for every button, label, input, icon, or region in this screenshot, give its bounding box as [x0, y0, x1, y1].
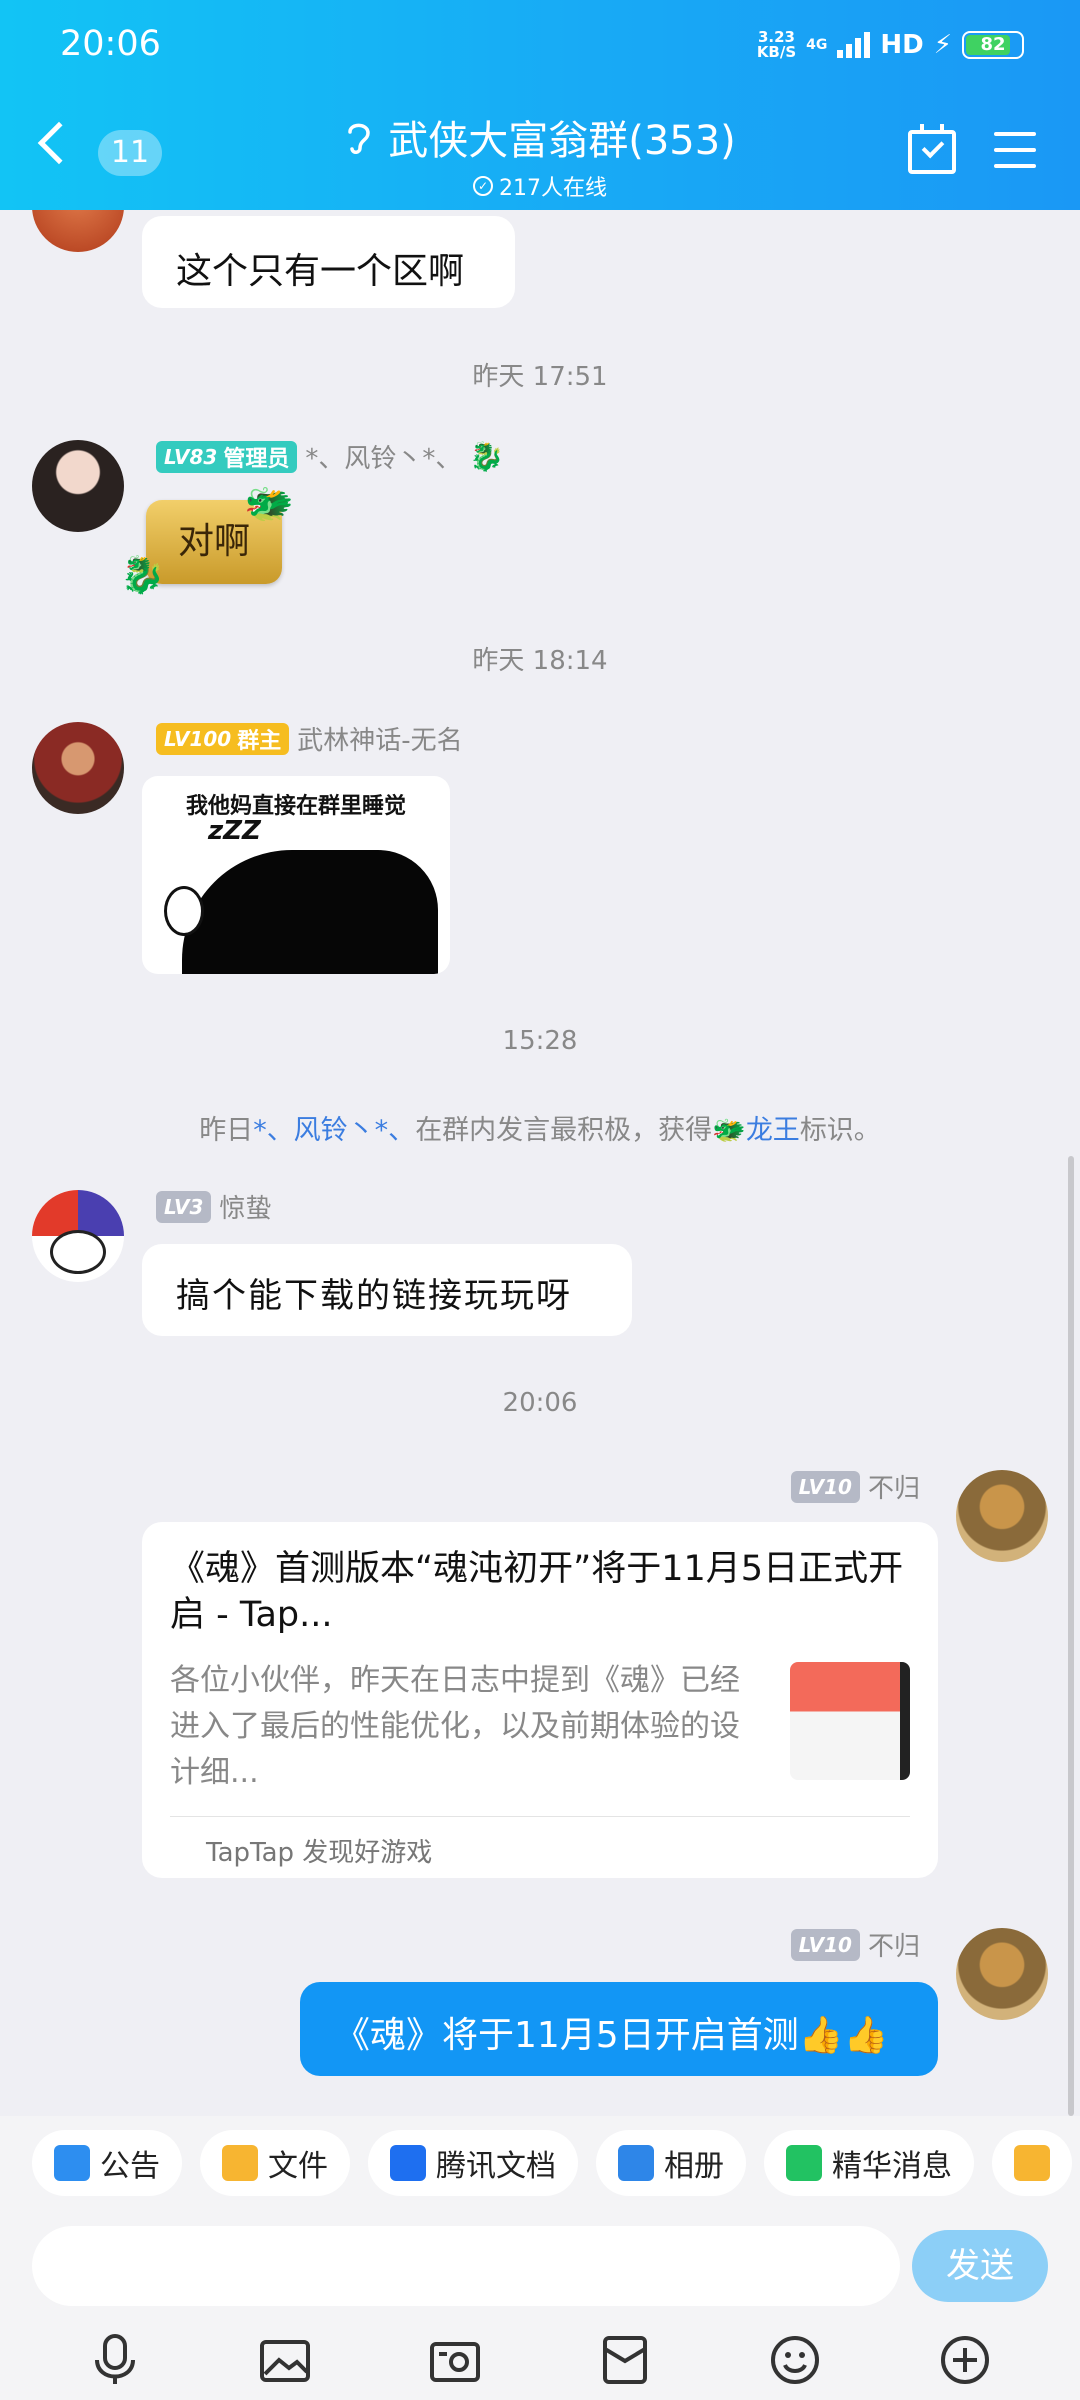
sender-row: LV10 不归 [790, 1468, 920, 1505]
sender-row: LV10 不归 [790, 1926, 920, 1963]
dragon-decoration-icon: 🐉 [120, 555, 165, 596]
battery-level: 82 [980, 34, 1006, 55]
net-speed: 3.23 KB/S [756, 28, 797, 61]
sender-name[interactable]: 不归 [868, 1468, 920, 1505]
timestamp: 昨天 17:51 [472, 362, 608, 392]
system-notice: 昨日*、风铃丶*、在群内发言最积极，获得🐲龙王标识。 [199, 1115, 881, 1146]
message-bubble[interactable]: 《魂》将于11月5日开启首测👍👍 [300, 1982, 938, 2076]
image-icon[interactable] [257, 2332, 313, 2388]
timestamp: 20:06 [502, 1388, 578, 1418]
level-badge: LV10 [790, 1470, 860, 1503]
timestamp: 15:28 [502, 1026, 578, 1056]
folder-icon [222, 2145, 258, 2181]
notice-user-link[interactable]: *、风铃丶*、 [253, 1115, 415, 1146]
sender-name[interactable]: 武林神话-无名 [297, 720, 462, 757]
online-count: ✓ 217人在线 [0, 170, 1080, 202]
status-time: 20:06 [60, 24, 161, 64]
admin-badge: LV83 管理员 [156, 440, 298, 473]
sender-row: LV83 管理员 *、风铃丶*、 🐉 [156, 438, 504, 475]
link-card[interactable]: 《魂》首测版本“魂沌初开”将于11月5日正式开启 - Tap... 各位小伙伴，… [142, 1522, 938, 1878]
tool-highlights[interactable]: 精华消息 [764, 2130, 974, 2196]
avatar[interactable] [32, 722, 124, 814]
camera-icon[interactable] [427, 2332, 483, 2388]
owner-badge: LV100 群主 [156, 722, 290, 755]
avatar[interactable] [956, 1470, 1048, 1562]
red-packet-icon[interactable] [597, 2332, 653, 2388]
sender-name[interactable]: 惊蛰 [219, 1188, 271, 1225]
network-type: 4G [806, 37, 828, 53]
input-actions-bar [0, 2320, 1080, 2400]
ear-icon [348, 123, 370, 154]
timestamp: 昨天 18:14 [472, 646, 608, 676]
tool-announcement[interactable]: 公告 [32, 2130, 182, 2196]
scrollbar[interactable] [1068, 1156, 1074, 2116]
calendar-check-icon[interactable] [908, 124, 956, 174]
link-card-source: TapTap 发现好游戏 [206, 1838, 433, 1868]
dragon-decoration-icon: 🐲 [244, 481, 294, 527]
hd-label: HD [880, 30, 924, 60]
level-badge: LV10 [790, 1928, 860, 1961]
menu-icon[interactable] [994, 132, 1036, 168]
input-row: 发送 [0, 2210, 1080, 2320]
highlights-icon [786, 2145, 822, 2181]
microphone-icon[interactable] [87, 2332, 143, 2388]
quick-tools-bar: 公告 文件 腾讯文档 相册 精华消息 [0, 2116, 1080, 2210]
message-bubble[interactable]: 这个只有一个区啊 [142, 216, 515, 308]
clipboard-icon [1014, 2145, 1050, 2181]
emoji-icon[interactable] [767, 2332, 823, 2388]
tool-files[interactable]: 文件 [200, 2130, 350, 2196]
battery-icon: 82 [962, 31, 1024, 59]
tool-more[interactable] [992, 2130, 1072, 2196]
dragon-icon: 🐉 [469, 440, 505, 473]
link-card-title: 《魂》首测版本“魂沌初开”将于11月5日正式开启 - Tap... [170, 1549, 904, 1635]
sender-row: LV100 群主 武林神话-无名 [156, 720, 463, 757]
sticker-zzz: zZZ [208, 816, 261, 846]
charging-icon: ⚡ [933, 30, 952, 60]
link-card-description: 各位小伙伴，昨天在日志中提到《魂》已经进入了最后的性能优化，以及前期体验的设计细… [170, 1663, 740, 1790]
sticker-caption: 我他妈直接在群里睡觉 [185, 794, 406, 819]
avatar[interactable] [32, 440, 124, 532]
sender-name[interactable]: 不归 [868, 1926, 920, 1963]
sender-row: LV3 惊蛰 [156, 1188, 271, 1225]
check-circle-icon: ✓ [473, 176, 493, 196]
message-bubble[interactable]: 搞个能下载的链接玩玩呀 [142, 1244, 632, 1336]
sender-name[interactable]: *、风铃丶*、 [305, 438, 461, 475]
link-card-thumbnail [790, 1662, 910, 1780]
status-icons: 3.23 KB/S 4G HD ⚡ 82 [757, 30, 1024, 60]
tool-tencent-docs[interactable]: 腾讯文档 [368, 2130, 578, 2196]
chat-area[interactable]: 这个只有一个区啊 昨天 17:51 LV83 管理员 *、风铃丶*、 🐉 对啊 … [0, 210, 1080, 2116]
level-badge: LV3 [156, 1190, 212, 1223]
announcement-icon [54, 2145, 90, 2181]
album-icon [618, 2145, 654, 2181]
group-title: 武侠大富翁群(353) [344, 108, 736, 166]
send-button[interactable]: 发送 [912, 2230, 1048, 2302]
signal-icon [837, 32, 871, 58]
tencent-docs-icon [390, 2145, 426, 2181]
avatar[interactable] [956, 1928, 1048, 2020]
plus-icon[interactable] [937, 2332, 993, 2388]
divider [170, 1816, 910, 1817]
tool-album[interactable]: 相册 [596, 2130, 746, 2196]
avatar[interactable] [32, 210, 124, 252]
notice-title-link[interactable]: 龙王 [746, 1115, 800, 1146]
avatar[interactable] [32, 1190, 124, 1282]
header-bar: 20:06 3.23 KB/S 4G HD ⚡ 82 11 武侠大富翁群(353… [0, 0, 1080, 210]
message-input[interactable] [32, 2226, 900, 2306]
dragon-king-icon: 🐲 [712, 1115, 746, 1146]
sticker-image[interactable]: 我他妈直接在群里睡觉 zZZ [142, 776, 450, 974]
